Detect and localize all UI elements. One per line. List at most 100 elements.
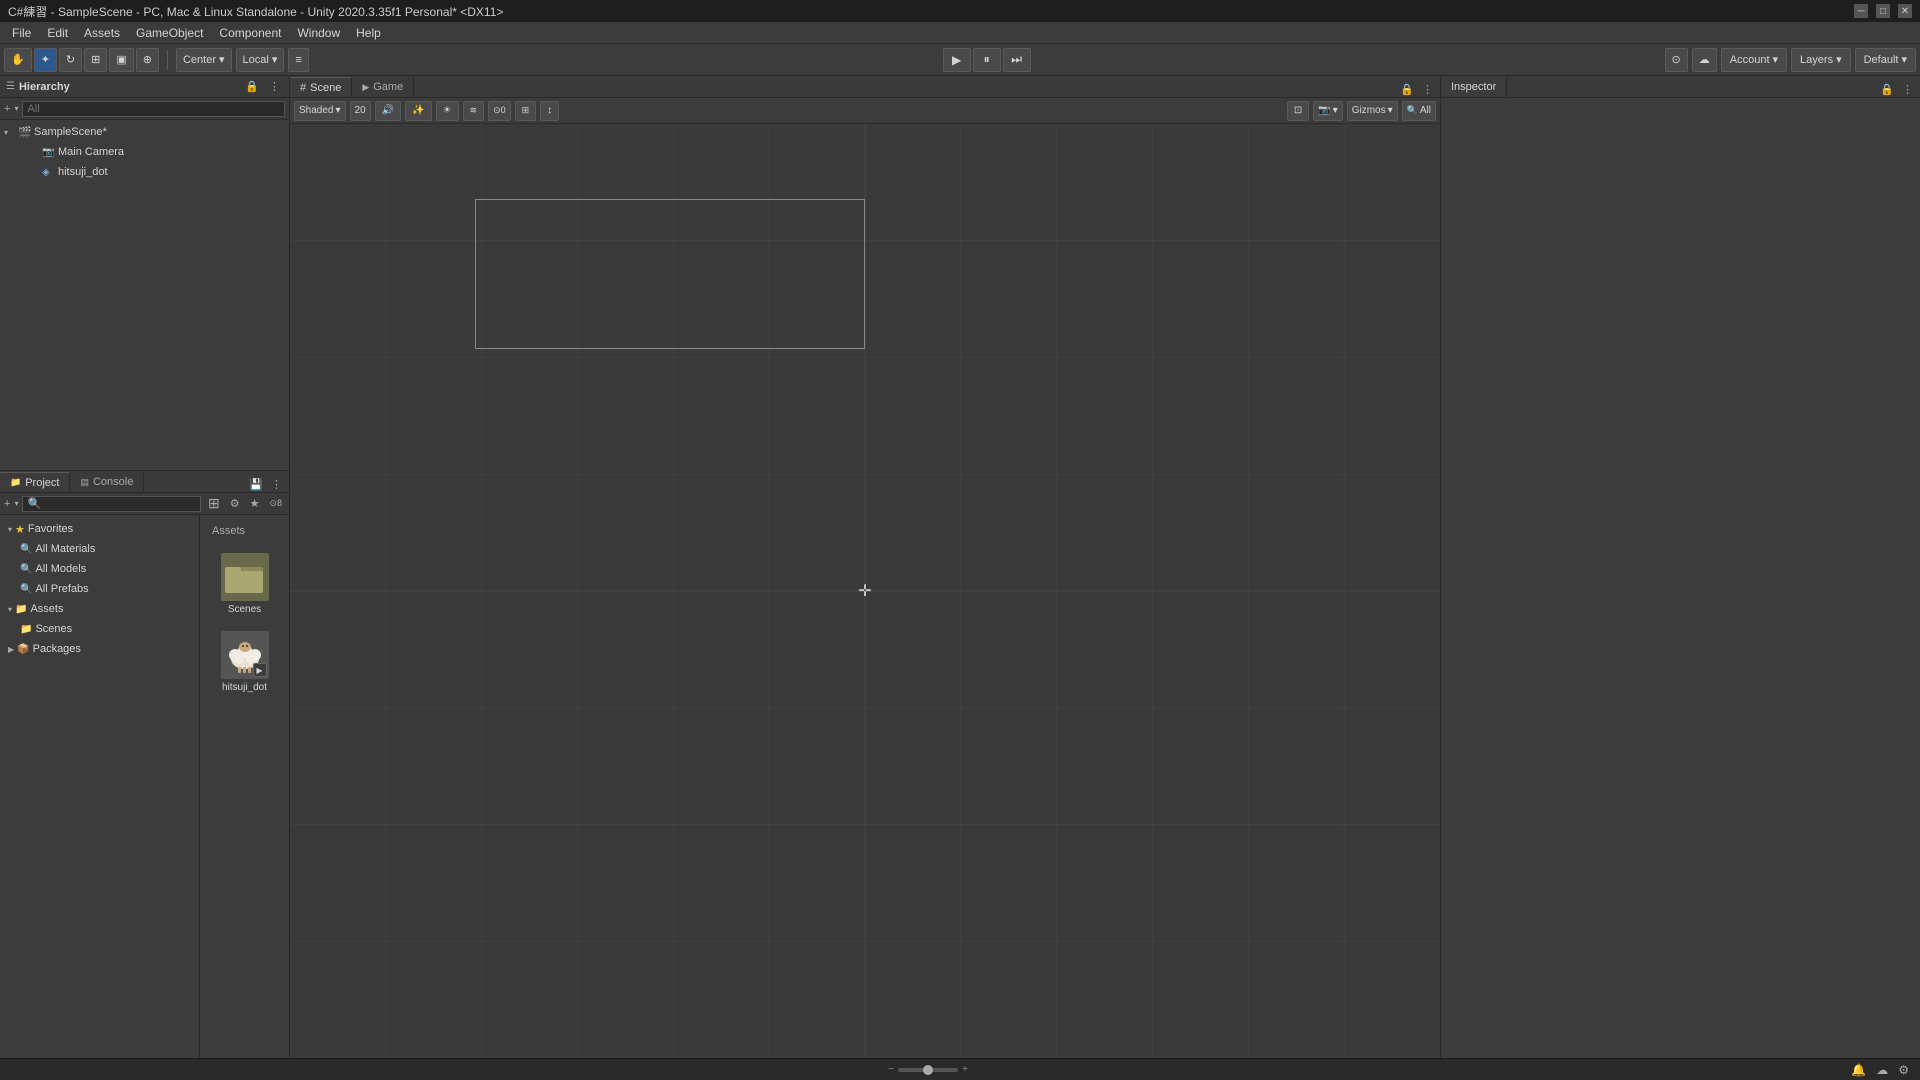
hierarchy-item-hitsujidot[interactable]: ▶ ◈ hitsuji_dot	[0, 162, 289, 182]
tab-game[interactable]: ▶ Game	[352, 77, 414, 97]
bottom-right-icons: 🔔 ☁ ⚙	[1848, 1062, 1912, 1078]
scene-more-btn[interactable]: ⋮	[1419, 82, 1436, 97]
project-search-input[interactable]	[22, 496, 201, 512]
project-favorite-btn[interactable]: ★	[247, 496, 263, 511]
project-filter-btn[interactable]: ⚙	[227, 496, 243, 511]
move-view-btn[interactable]: ↕	[540, 101, 559, 121]
hand-tool[interactable]: ✋	[4, 48, 32, 72]
scale-tool[interactable]: ⊞	[84, 48, 107, 72]
settings-btn[interactable]: ⚙	[1895, 1062, 1912, 1078]
fx-btn[interactable]: ✨	[405, 101, 431, 121]
center-button[interactable]: Center ▾	[176, 48, 232, 72]
scene-viewport[interactable]: ✛	[290, 124, 1440, 1058]
tab-inspector[interactable]: Inspector	[1441, 77, 1507, 97]
move-tool[interactable]: ✦	[34, 48, 57, 72]
camera-icon: 📷	[1318, 105, 1330, 116]
minimize-button[interactable]: ─	[1854, 4, 1868, 18]
project-size-btn[interactable]: ⊙8	[266, 497, 285, 510]
hierarchy-lock-btn[interactable]: 🔒	[242, 79, 262, 94]
project-tree-allmaterials[interactable]: 🔍 All Materials	[0, 539, 199, 559]
layers-button[interactable]: Layers ▾	[1791, 48, 1851, 72]
app-container: C#練習 - SampleScene - PC, Mac & Linux Sta…	[0, 0, 1920, 1080]
menu-file[interactable]: File	[4, 24, 39, 42]
sky-btn[interactable]: ☀	[436, 101, 459, 121]
zoom-track[interactable]	[898, 1068, 958, 1072]
all-dropdown[interactable]: 🔍 All	[1402, 101, 1436, 121]
gizmos-arrow: ▾	[1388, 105, 1393, 116]
camera-dropdown[interactable]: 📷 ▾	[1313, 101, 1342, 121]
assets-arrow: ▾	[8, 605, 12, 614]
step-button[interactable]: ⏭	[1003, 48, 1031, 72]
project-tree-packages[interactable]: ▶ 📦 Packages	[0, 639, 199, 659]
close-button[interactable]: ✕	[1898, 4, 1912, 18]
custom-tool-button[interactable]: ≡	[288, 48, 308, 72]
project-tree-scenes[interactable]: 📁 Scenes	[0, 619, 199, 639]
transform-tool[interactable]: ⊕	[136, 48, 159, 72]
notification-btn[interactable]: 🔔	[1848, 1062, 1869, 1078]
local-button[interactable]: Local ▾	[236, 48, 285, 72]
shading-arrow: ▾	[335, 105, 340, 116]
rect-tool[interactable]: ▣	[109, 48, 133, 72]
pause-button[interactable]: ⏸	[973, 48, 1001, 72]
project-tree-allmodels[interactable]: 🔍 All Models	[0, 559, 199, 579]
menu-component[interactable]: Component	[211, 24, 289, 42]
menu-assets[interactable]: Assets	[76, 24, 128, 42]
hierarchy-header: ☰ Hierarchy 🔒 ⋮	[0, 76, 289, 98]
cloud-button[interactable]: ☁	[1692, 48, 1717, 72]
fog-btn[interactable]: ≋	[463, 101, 485, 121]
project-add-btn[interactable]: +	[4, 498, 10, 510]
asset-item-scenes[interactable]: Scenes	[212, 549, 277, 619]
project-save-btn[interactable]: 💾	[246, 477, 266, 492]
zoom-minus[interactable]: −	[888, 1064, 894, 1075]
hierarchy-item-samplescene[interactable]: ▾ 🎬 SampleScene* ⋮	[0, 122, 289, 142]
samplescene-arrow: ▾	[4, 128, 16, 137]
grid-btn[interactable]: ⊞	[515, 101, 537, 121]
tab-scene[interactable]: # Scene	[290, 77, 352, 97]
rotate-tool[interactable]: ↻	[59, 48, 82, 72]
scale-dropdown[interactable]: 20	[350, 101, 371, 121]
menu-edit[interactable]: Edit	[39, 24, 76, 42]
hierarchy-item-maincamera[interactable]: ▶ 📷 Main Camera	[0, 142, 289, 162]
layer-count[interactable]: ⊙0	[488, 101, 511, 121]
layout-button[interactable]: Default ▾	[1855, 48, 1916, 72]
project-more-btn[interactable]: ⋮	[268, 477, 285, 492]
gizmos-dropdown[interactable]: Gizmos ▾	[1347, 101, 1398, 121]
project-tree-assets[interactable]: ▾ 📁 Assets	[0, 599, 199, 619]
menu-window[interactable]: Window	[289, 24, 348, 42]
collab-button[interactable]: ⊙	[1665, 48, 1688, 72]
packages-arrow: ▶	[8, 645, 14, 654]
tab-console[interactable]: ▤ Console	[70, 472, 144, 492]
account-label: Account	[1730, 54, 1770, 66]
project-view-btn[interactable]: ⊞	[205, 494, 223, 513]
menu-gameobject[interactable]: GameObject	[128, 24, 211, 42]
scene-lock-btn[interactable]: 🔒	[1397, 82, 1417, 97]
allmodels-label: All Models	[35, 563, 86, 575]
cloud-sync-btn[interactable]: ☁	[1873, 1062, 1891, 1078]
asset-item-hitsujidot[interactable]: ▶ hitsuji_dot	[212, 627, 277, 697]
zoom-slider[interactable]: − +	[888, 1064, 968, 1075]
project-tree-favorites[interactable]: ▾ ★ Favorites	[0, 519, 199, 539]
tab-project[interactable]: 📁 Project	[0, 472, 70, 492]
zoom-thumb[interactable]	[923, 1065, 933, 1075]
project-tree-allprefabs[interactable]: 🔍 All Prefabs	[0, 579, 199, 599]
inspector-more-btn[interactable]: ⋮	[1899, 82, 1916, 97]
favorites-arrow: ▾	[8, 525, 12, 534]
gizmos-label: Gizmos	[1352, 105, 1386, 116]
account-button[interactable]: Account ▾	[1721, 48, 1787, 72]
project-toolbar: + ▾ ⊞ ⚙ ★ ⊙8	[0, 493, 289, 515]
menu-help[interactable]: Help	[348, 24, 389, 42]
shading-dropdown[interactable]: Shaded ▾	[294, 101, 346, 121]
scenes-folder-name: Scenes	[228, 604, 261, 615]
zoom-plus[interactable]: +	[962, 1064, 968, 1075]
audio-btn[interactable]: 🔊	[375, 101, 401, 121]
select-btn[interactable]: ⊡	[1287, 101, 1309, 121]
inspector-content	[1441, 98, 1920, 1058]
layers-label: Layers	[1800, 54, 1833, 66]
inspector-lock-btn[interactable]: 🔒	[1877, 82, 1897, 97]
restore-button[interactable]: □	[1876, 4, 1890, 18]
play-button[interactable]: ▶	[943, 48, 971, 72]
hierarchy-more-btn[interactable]: ⋮	[266, 79, 283, 94]
scene-tab-controls: 🔒 ⋮	[1397, 82, 1440, 97]
hierarchy-add-btn[interactable]: +	[4, 103, 10, 115]
hierarchy-search-input[interactable]	[22, 101, 285, 117]
